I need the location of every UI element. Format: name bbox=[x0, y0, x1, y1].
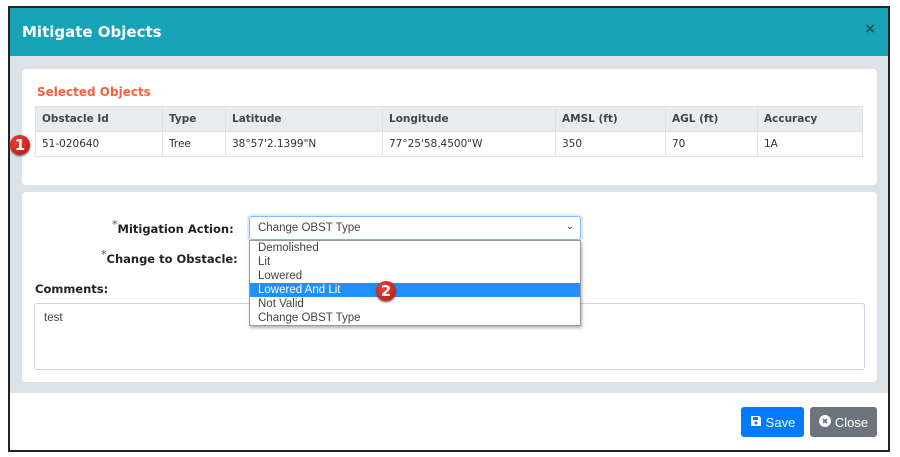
cell: 38°57'2.1399"N bbox=[225, 131, 383, 157]
close-button[interactable]: Close bbox=[810, 407, 877, 437]
close-label: Close bbox=[834, 414, 869, 430]
comments-label: Comments: bbox=[35, 282, 109, 296]
mitigation-action-dropdown: Demolished Lit Lowered Lowered And Lit N… bbox=[249, 240, 581, 326]
option-change-obst-type[interactable]: Change OBST Type bbox=[250, 311, 580, 325]
table-row[interactable]: 51-020640 Tree 38°57'2.1399"N 77°25'58.4… bbox=[35, 131, 863, 157]
cell: Tree bbox=[162, 131, 226, 157]
selected-value: Change OBST Type bbox=[258, 222, 361, 234]
modal-header: Mitigate Objects × bbox=[10, 8, 888, 56]
option-lowered[interactable]: Lowered bbox=[250, 269, 580, 283]
mitigation-action-label: *Mitigation Action: bbox=[112, 218, 234, 236]
save-label: Save bbox=[765, 414, 796, 430]
col-header: AGL (ft) bbox=[665, 106, 758, 132]
selected-objects-title: Selected Objects bbox=[37, 85, 151, 99]
col-header: AMSL (ft) bbox=[555, 106, 666, 132]
option-not-valid[interactable]: Not Valid bbox=[250, 297, 580, 311]
cell: 77°25'58.4500"W bbox=[382, 131, 556, 157]
close-icon[interactable]: × bbox=[864, 21, 876, 37]
cell: 350 bbox=[555, 131, 666, 157]
chevron-down-icon: ⌄ bbox=[565, 221, 574, 232]
col-header: Accuracy bbox=[757, 106, 863, 132]
save-icon bbox=[750, 415, 762, 430]
col-header: Type bbox=[162, 106, 226, 132]
option-lowered-and-lit[interactable]: Lowered And Lit bbox=[250, 283, 580, 297]
col-header: Obstacle Id bbox=[35, 106, 163, 132]
mitigation-action-select[interactable]: Change OBST Type ⌄ bbox=[249, 216, 581, 240]
col-header: Latitude bbox=[225, 106, 383, 132]
times-circle-icon bbox=[818, 414, 831, 430]
option-demolished[interactable]: Demolished bbox=[250, 241, 580, 255]
selected-objects-table: Obstacle Id Type Latitude Longitude AMSL… bbox=[35, 106, 863, 157]
annotation-badge-1: 1 bbox=[10, 135, 30, 155]
change-to-obstacle-label: *Change to Obstacle: bbox=[101, 248, 238, 266]
option-lit[interactable]: Lit bbox=[250, 255, 580, 269]
col-header: Longitude bbox=[382, 106, 556, 132]
save-button[interactable]: Save bbox=[741, 407, 804, 437]
cell: 51-020640 bbox=[35, 131, 163, 157]
cell: 1A bbox=[757, 131, 863, 157]
modal-title: Mitigate Objects bbox=[22, 23, 162, 41]
annotation-badge-2: 2 bbox=[376, 281, 396, 301]
cell: 70 bbox=[665, 131, 758, 157]
